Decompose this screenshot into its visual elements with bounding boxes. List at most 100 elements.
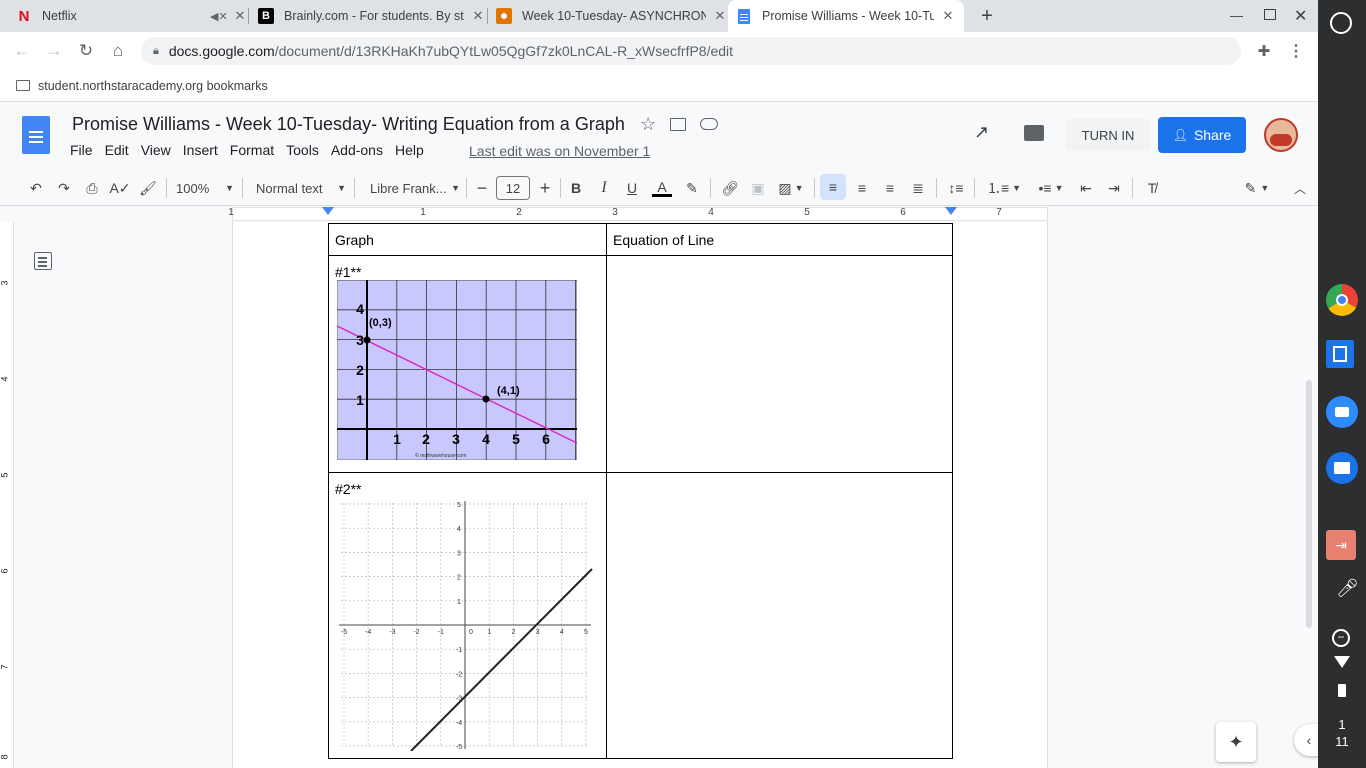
zoom-app-icon[interactable] [1326,396,1358,428]
menu-addons[interactable]: Add-ons [331,142,391,158]
extensions-icon[interactable]: ✚ [1252,39,1276,63]
numbered-list-icon[interactable]: ⒈≡ ▼ [984,178,1024,198]
menu-help[interactable]: Help [395,142,432,158]
address-bar[interactable]: 🔒︎ docs.google.com/document/d/13RKHaKh7u… [141,37,1241,65]
launcher-icon[interactable] [1330,12,1352,34]
turn-in-button[interactable]: TURN IN [1066,119,1150,151]
forward-icon[interactable]: → [42,39,66,63]
editing-mode-icon[interactable]: ✎ ▼ [1240,178,1274,198]
clock[interactable]: 1 11 [1318,716,1366,750]
underline-icon[interactable]: U [624,178,640,198]
menu-file[interactable]: File [70,142,101,158]
x-tick: 5 [512,431,520,447]
tab-docs[interactable]: Promise Williams - Week 10-Tue ✕ [728,0,964,32]
highlight-icon[interactable]: ✎ [682,178,702,198]
right-indent-marker[interactable] [945,207,957,215]
star-icon[interactable]: ☆ [640,114,656,135]
x-tick: 4 [482,431,490,447]
spellcheck-icon[interactable]: A✓ [109,178,130,198]
menu-insert[interactable]: Insert [183,142,226,158]
menu-format[interactable]: Format [230,142,282,158]
font-size-input[interactable]: 12 [496,176,530,200]
menu-edit[interactable]: Edit [105,142,137,158]
minimize-button[interactable]: — [1230,8,1244,23]
add-comment-icon[interactable]: ▣ [748,178,768,198]
table-cell-equation-2[interactable] [606,472,953,759]
wifi-icon[interactable] [1334,656,1350,668]
undo-icon[interactable]: ↶ [26,178,46,198]
chrome-icon[interactable] [1326,284,1358,316]
share-button[interactable]: 👤︎ Share [1158,117,1246,153]
tab-netflix[interactable]: N Netflix ◀✕ ✕ [16,0,248,32]
bulleted-list-icon[interactable]: •≡ ▼ [1032,178,1070,198]
back-icon[interactable]: ← [10,39,34,63]
new-tab-button[interactable]: + [976,4,998,28]
align-right-icon[interactable]: ≡ [880,178,900,198]
reload-icon[interactable]: ↻ [74,39,98,63]
exit-app-icon[interactable]: ⇥ [1326,530,1356,560]
x-tick: 1 [393,431,401,447]
netflix-icon: N [18,7,30,25]
docs-logo-icon[interactable] [22,116,50,154]
menu-tools[interactable]: Tools [286,142,327,158]
insert-image-icon[interactable]: ▨ ▼ [776,178,806,198]
cloud-status-icon [700,118,718,130]
table-header-equation[interactable]: Equation of Line [606,223,953,256]
do-not-disturb-icon[interactable]: − [1332,629,1350,647]
close-icon[interactable]: ✕ [712,8,728,24]
zoom-select[interactable]: 100% ▼ [176,178,234,198]
style-select[interactable]: Normal text ▼ [250,178,346,198]
document-outline-icon[interactable] [34,252,52,270]
activity-trend-icon[interactable]: ↗ [974,122,989,143]
move-folder-icon[interactable] [670,118,686,131]
watermark: © mathwarehouse.com [415,452,466,459]
line-spacing-icon[interactable]: ↕≡ [946,178,966,198]
justify-icon[interactable]: ≣ [908,178,928,198]
table-cell-equation-1[interactable] [606,255,953,473]
muted-speaker-icon[interactable]: ◀✕ [210,10,228,23]
avatar[interactable] [1264,118,1298,152]
home-icon[interactable]: ⌂ [106,39,130,63]
increase-font-size-button[interactable]: + [536,178,554,198]
menu-icon[interactable]: ⋮ [1284,39,1308,63]
font-select[interactable]: Libre Frank... ▼ [364,178,460,198]
battery-icon[interactable] [1338,684,1346,697]
graph-2-image[interactable]: -5 -4 -3 -2 -1 0 1 2 3 4 5 5 4 3 2 1 -1 -2 -3 -4 -5 [335,499,593,751]
table-cell-graph-1[interactable]: #1** (0,3) (4,1) 4 3 2 1 1 2 3 4 5 6 © m… [328,255,607,473]
close-icon[interactable]: ✕ [232,8,248,24]
explore-button[interactable]: ✦ [1216,722,1256,762]
italic-icon[interactable]: I [596,178,612,198]
tab-brainly[interactable]: B Brainly.com - For students. By st ✕ [258,0,486,32]
tab-classroom[interactable]: Week 10-Tuesday- ASYNCHRON ✕ [496,0,728,32]
vertical-scrollbar[interactable] [1306,380,1312,628]
decrease-indent-icon[interactable]: ⇤ [1076,178,1096,198]
redo-icon[interactable]: ↷ [54,178,74,198]
close-icon[interactable]: ✕ [470,8,486,24]
table-header-graph[interactable]: Graph [328,223,607,256]
print-icon[interactable]: ⎙ [82,178,102,198]
left-indent-marker[interactable] [322,207,334,215]
link-icon[interactable]: 🔗︎ [720,178,740,198]
restore-button[interactable] [1264,9,1276,20]
reader-app-icon[interactable] [1326,340,1354,368]
close-window-button[interactable]: ✕ [1294,6,1307,26]
collapse-menu-icon[interactable]: ︿ [1290,178,1310,198]
bookmark-folder[interactable]: student.northstaracademy.org bookmarks [38,79,268,93]
close-icon[interactable]: ✕ [940,8,956,24]
text-color-icon[interactable]: A [652,178,672,198]
align-left-icon[interactable]: ≡ [820,174,846,200]
document-title[interactable]: Promise Williams - Week 10-Tuesday- Writ… [72,114,625,135]
menu-view[interactable]: View [141,142,179,158]
bold-icon[interactable]: B [568,178,584,198]
microphone-icon[interactable]: 🎤︎ [1336,578,1359,599]
decrease-font-size-button[interactable]: − [474,178,490,198]
table-cell-graph-2[interactable]: #2** -5 -4 -3 -2 -1 0 1 2 3 4 5 5 4 3 2 1 -1 -2 -3 -4 -5 [328,472,607,759]
last-edit-link[interactable]: Last edit was on November 1 [469,143,650,159]
comments-icon[interactable] [1024,125,1044,141]
paint-format-icon[interactable]: 🖌︎ [138,178,158,198]
files-icon[interactable] [1326,452,1358,484]
clear-formatting-icon[interactable]: T̸ [1142,178,1162,198]
increase-indent-icon[interactable]: ⇥ [1104,178,1124,198]
align-center-icon[interactable]: ≡ [852,178,872,198]
graph-1-image[interactable]: (0,3) (4,1) 4 3 2 1 1 2 3 4 5 6 © mathwa… [337,280,577,460]
